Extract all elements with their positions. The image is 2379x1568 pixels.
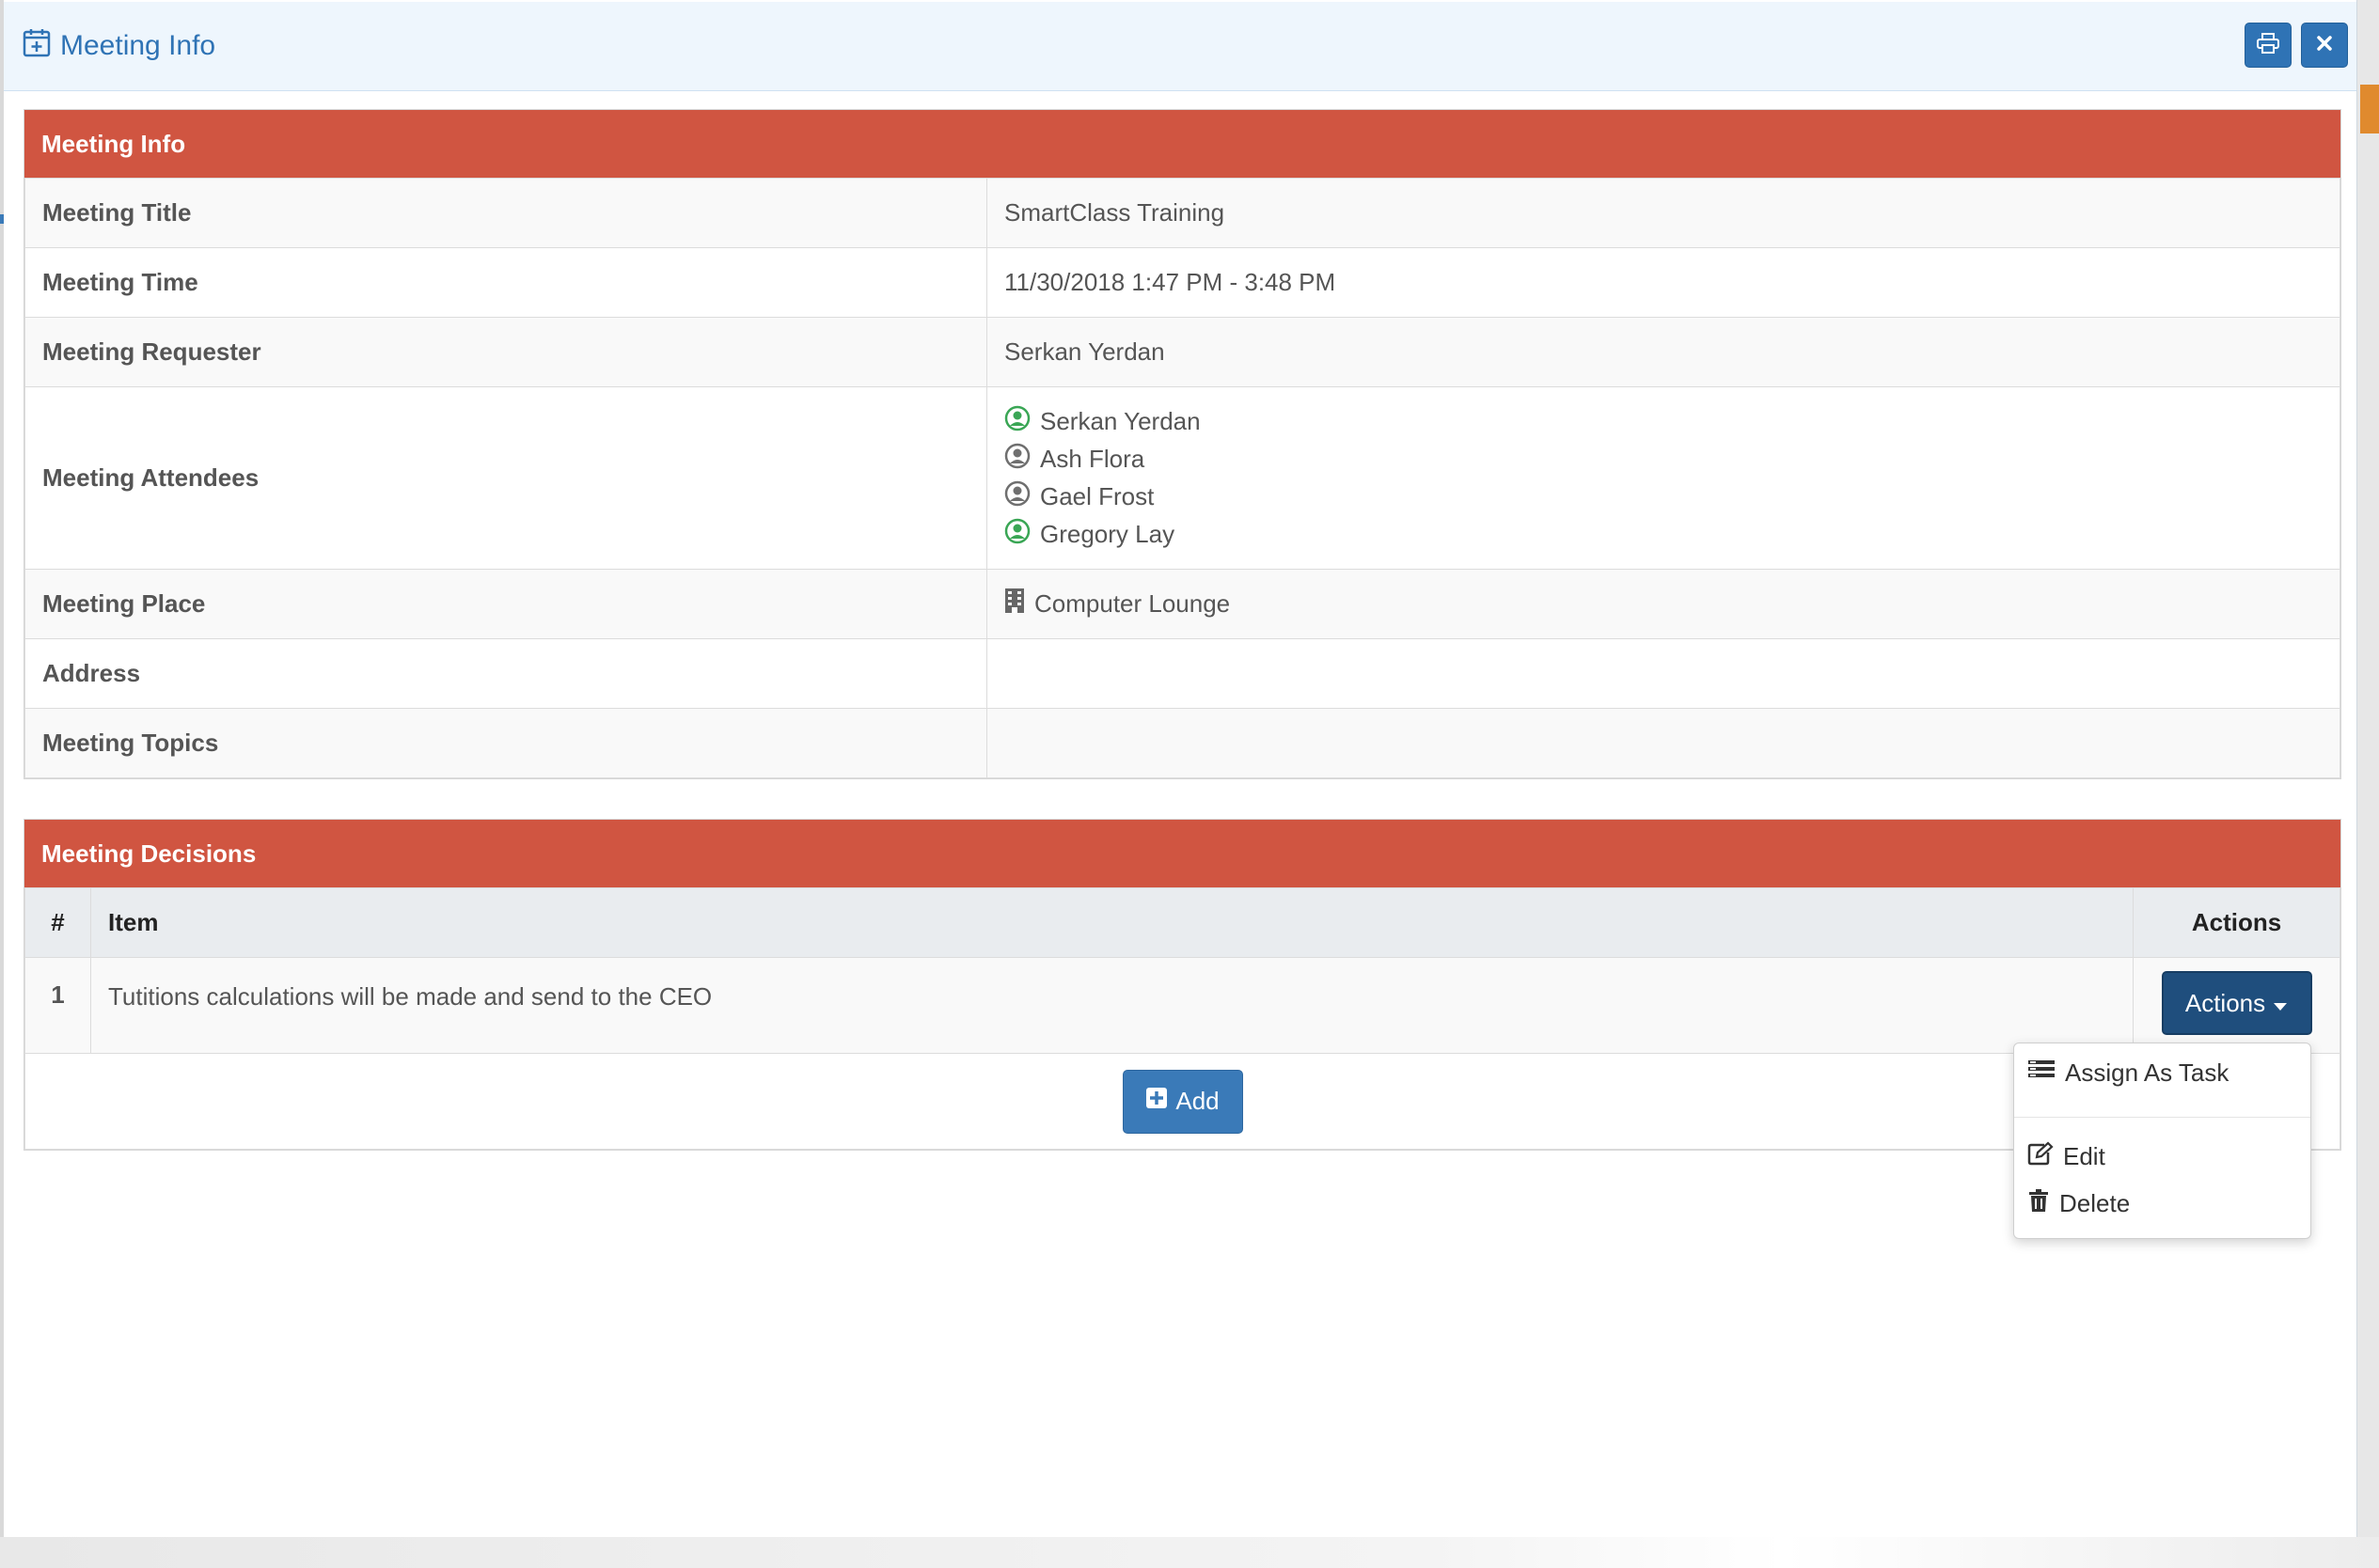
column-header-item: Item	[90, 887, 2134, 958]
row-meeting-time: Meeting Time 11/30/2018 1:47 PM - 3:48 P…	[24, 247, 2340, 318]
meeting-requester-label: Meeting Requester	[24, 317, 987, 387]
print-button[interactable]	[2245, 23, 2292, 68]
trash-icon	[2027, 1188, 2050, 1219]
decision-item-text: Tutitions calculations will be made and …	[90, 957, 2134, 1054]
decisions-header-row: # Item Actions	[24, 887, 2340, 958]
user-circle-icon	[1004, 518, 1031, 551]
meeting-info-modal: Meeting Info Meeting Info Meeting Title …	[4, 0, 2357, 1537]
column-header-num: #	[24, 887, 91, 958]
meeting-attendees-value: Serkan Yerdan Ash Flora Gael Frost Grego…	[986, 386, 2340, 570]
attendee-name: Gregory Lay	[1040, 520, 1175, 548]
edit-icon	[2027, 1141, 2054, 1172]
meeting-title-label: Meeting Title	[24, 178, 987, 248]
caret-down-icon	[2273, 989, 2288, 1018]
address-label: Address	[24, 638, 987, 709]
row-meeting-place: Meeting Place Computer Lounge	[24, 569, 2340, 639]
row-meeting-requester: Meeting Requester Serkan Yerdan	[24, 317, 2340, 387]
row-meeting-title: Meeting Title SmartClass Training	[24, 178, 2340, 248]
attendee-item: Gael Frost	[1004, 478, 2323, 516]
meeting-decisions-heading: Meeting Decisions	[24, 820, 2340, 887]
actions-dropdown-menu: Assign As Task Edit Delete	[2013, 1043, 2311, 1239]
menu-item-label: Delete	[2059, 1189, 2131, 1217]
meeting-topics-label: Meeting Topics	[24, 708, 987, 778]
attendee-name: Ash Flora	[1040, 445, 1145, 473]
close-button[interactable]	[2301, 23, 2348, 68]
user-circle-icon	[1004, 443, 1031, 476]
close-icon	[2315, 34, 2334, 57]
place-entry: Computer Lounge	[1004, 588, 2323, 620]
actions-button-label: Actions	[2184, 988, 2266, 1017]
meeting-attendees-label: Meeting Attendees	[24, 386, 987, 570]
printer-icon	[2257, 32, 2279, 58]
table-row: 1 Tutitions calculations will be made an…	[24, 957, 2340, 1054]
modal-title: Meeting Info	[23, 24, 215, 68]
address-value	[986, 638, 2340, 709]
backdrop-scroll-area	[2356, 0, 2379, 1568]
row-meeting-attendees: Meeting Attendees Serkan Yerdan Ash Flor…	[24, 386, 2340, 570]
attendee-item: Serkan Yerdan	[1004, 403, 2323, 441]
menu-item-label: Assign As Task	[2065, 1058, 2229, 1087]
meeting-topics-value	[986, 708, 2340, 778]
plus-square-icon	[1145, 1087, 1168, 1116]
meeting-place-value: Computer Lounge	[986, 569, 2340, 639]
meeting-info-panel: Meeting Info Meeting Title SmartClass Tr…	[24, 109, 2341, 779]
actions-dropdown-button[interactable]: Actions	[2161, 971, 2312, 1035]
row-address: Address	[24, 638, 2340, 709]
meeting-place-text: Computer Lounge	[1034, 589, 1231, 618]
menu-item-label: Edit	[2063, 1142, 2105, 1170]
row-meeting-topics: Meeting Topics	[24, 708, 2340, 778]
add-button-label: Add	[1175, 1087, 1220, 1115]
meeting-decisions-panel: Meeting Decisions # Item Actions 1 Tutit…	[24, 819, 2341, 1151]
add-row: Add	[24, 1053, 2340, 1150]
tasks-icon	[2027, 1058, 2056, 1088]
user-circle-icon	[1004, 405, 1031, 438]
user-circle-icon	[1004, 480, 1031, 513]
modal-header: Meeting Info	[4, 2, 2356, 91]
attendee-name: Serkan Yerdan	[1040, 407, 1201, 435]
attendee-item: Ash Flora	[1004, 441, 2323, 478]
meeting-info-table: Meeting Title SmartClass Training Meetin…	[24, 178, 2340, 778]
building-icon	[1004, 588, 1025, 620]
menu-item-assign-as-task[interactable]: Assign As Task	[2027, 1058, 2229, 1088]
meeting-requester-value: Serkan Yerdan	[986, 317, 2340, 387]
modal-title-text: Meeting Info	[60, 30, 216, 61]
meeting-time-label: Meeting Time	[24, 247, 987, 318]
calendar-plus-icon	[23, 27, 51, 65]
meeting-title-value: SmartClass Training	[986, 178, 2340, 248]
menu-divider	[2014, 1117, 2310, 1118]
meeting-place-label: Meeting Place	[24, 569, 987, 639]
column-header-actions: Actions	[2133, 887, 2340, 958]
attendee-name: Gael Frost	[1040, 482, 1155, 510]
add-decision-button[interactable]: Add	[1122, 1069, 1243, 1134]
backdrop-bottom-bar	[0, 1537, 2379, 1568]
attendee-item: Gregory Lay	[1004, 516, 2323, 554]
decision-number: 1	[24, 957, 91, 1054]
decisions-table: # Item Actions 1 Tutitions calculations …	[24, 887, 2340, 1150]
meeting-time-value: 11/30/2018 1:47 PM - 3:48 PM	[986, 247, 2340, 318]
menu-item-delete[interactable]: Delete	[2027, 1188, 2130, 1219]
decision-actions-cell: Actions	[2133, 957, 2340, 1054]
add-row-cell: Add	[24, 1053, 2340, 1150]
backdrop-accent-tab	[2360, 85, 2379, 133]
menu-item-edit[interactable]: Edit	[2027, 1141, 2105, 1172]
meeting-info-heading: Meeting Info	[24, 110, 2340, 178]
